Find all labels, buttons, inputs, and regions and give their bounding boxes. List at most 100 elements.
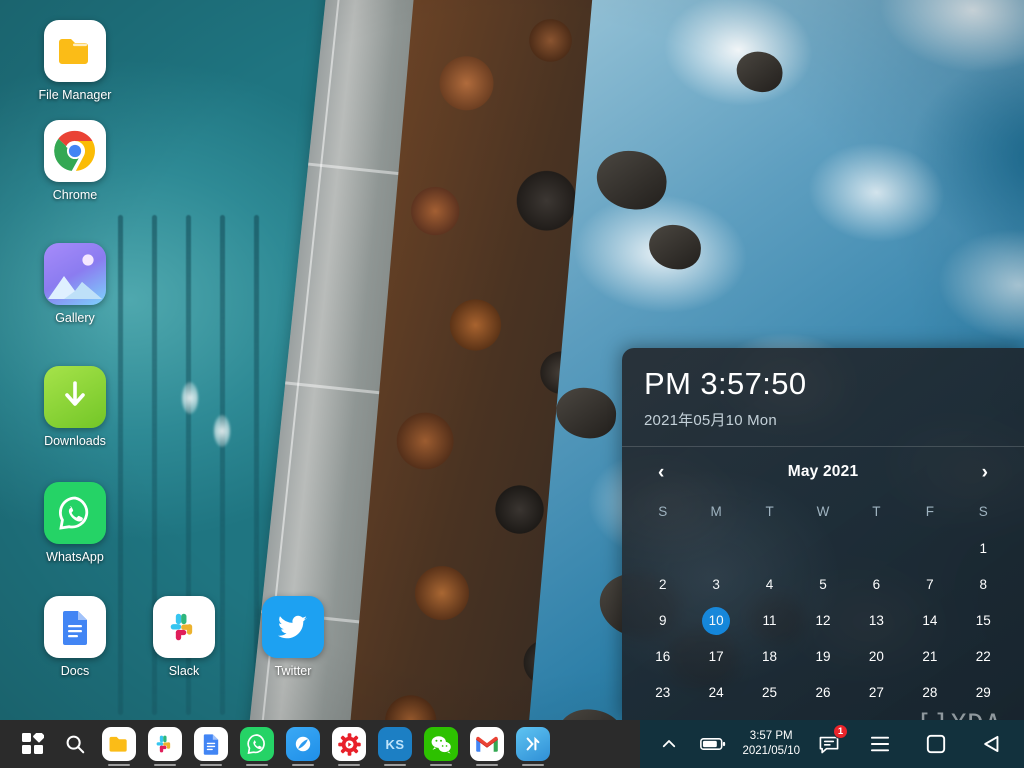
desktop-icon-slack[interactable]: Slack bbox=[134, 596, 234, 679]
taskbar-app-area: KS bbox=[0, 720, 556, 768]
calendar-day[interactable]: 11 bbox=[743, 603, 796, 639]
desktop-icon-docs[interactable]: Docs bbox=[25, 596, 125, 679]
desktop-icon-file-manager[interactable]: File Manager bbox=[25, 20, 125, 103]
desktop-icon-twitter[interactable]: Twitter bbox=[243, 596, 343, 679]
calendar-day[interactable]: 29 bbox=[957, 675, 1010, 711]
battery-icon[interactable] bbox=[696, 720, 730, 768]
calendar-day[interactable]: 26 bbox=[796, 675, 849, 711]
calendar-day[interactable]: 7 bbox=[903, 567, 956, 603]
gmail-icon bbox=[470, 727, 504, 761]
running-indicator bbox=[154, 764, 176, 766]
running-indicator bbox=[200, 764, 222, 766]
calendar-day[interactable]: 1 bbox=[957, 531, 1010, 567]
desktop-icon-gallery[interactable]: Gallery bbox=[25, 243, 125, 326]
taskbar-app-slack[interactable] bbox=[142, 720, 188, 768]
calendar-day[interactable]: 24 bbox=[689, 675, 742, 711]
taskbar-app-file-manager[interactable] bbox=[96, 720, 142, 768]
running-indicator bbox=[384, 764, 406, 766]
desktop-icon-chrome[interactable]: Chrome bbox=[25, 120, 125, 203]
calendar-empty-cell bbox=[689, 531, 742, 567]
desktop-icon-whatsapp[interactable]: WhatsApp bbox=[25, 482, 125, 565]
calendar-empty-cell bbox=[796, 531, 849, 567]
calendar-day[interactable]: 21 bbox=[903, 639, 956, 675]
taskbar-app-settings[interactable] bbox=[326, 720, 372, 768]
chrome-icon bbox=[44, 120, 106, 182]
calendar-day[interactable]: 31 bbox=[689, 711, 742, 720]
calendar-day[interactable]: 15 bbox=[957, 603, 1010, 639]
taskbar-app-browser[interactable] bbox=[280, 720, 326, 768]
whatsapp-icon bbox=[240, 727, 274, 761]
desktop-icon-label: Chrome bbox=[52, 188, 98, 202]
calendar-day[interactable]: 27 bbox=[850, 675, 903, 711]
calendar-day[interactable]: 23 bbox=[636, 675, 689, 711]
calendar-day[interactable]: 14 bbox=[903, 603, 956, 639]
calendar-day[interactable]: 12 bbox=[796, 603, 849, 639]
clock-time: PM 3:57:50 bbox=[644, 366, 807, 401]
calendar-day[interactable]: 18 bbox=[743, 639, 796, 675]
taskbar-app-whatsapp[interactable] bbox=[234, 720, 280, 768]
desktop-icon-label: File Manager bbox=[38, 88, 112, 102]
nav-recents-button[interactable] bbox=[858, 720, 902, 768]
desktop-icon-label: Slack bbox=[168, 664, 200, 678]
calendar-day-selected[interactable]: 10 bbox=[689, 603, 742, 639]
folder-icon bbox=[102, 727, 136, 761]
calendar-day[interactable]: 3 bbox=[689, 567, 742, 603]
running-indicator bbox=[522, 764, 544, 766]
desktop-icon-label: WhatsApp bbox=[46, 550, 104, 564]
tray-clock-time: 3:57 PM bbox=[749, 730, 793, 743]
desktop-icon-downloads[interactable]: Downloads bbox=[25, 366, 125, 449]
taskbar-app-xn[interactable] bbox=[510, 720, 556, 768]
running-indicator bbox=[338, 764, 360, 766]
calendar-weekday-2: T bbox=[765, 503, 774, 519]
start-apps-grid-button[interactable] bbox=[12, 720, 54, 768]
taskbar-app-docs[interactable] bbox=[188, 720, 234, 768]
calendar-weekday-1: M bbox=[710, 503, 722, 519]
clock-date: 2021年05月10 Mon bbox=[644, 411, 777, 429]
calendar-day[interactable]: 8 bbox=[957, 567, 1010, 603]
calendar-day[interactable]: 17 bbox=[689, 639, 742, 675]
desktop-icon-label: Docs bbox=[60, 664, 90, 678]
whatsapp-icon bbox=[44, 482, 106, 544]
taskbar-app-gmail[interactable] bbox=[464, 720, 510, 768]
calendar-day[interactable]: 16 bbox=[636, 639, 689, 675]
calendar-prev-month-button[interactable]: ‹ bbox=[650, 459, 672, 486]
calendar-empty-cell bbox=[636, 531, 689, 567]
running-indicator bbox=[430, 764, 452, 766]
desktop-icon-label: Twitter bbox=[274, 664, 312, 678]
calendar-day[interactable]: 2 bbox=[636, 567, 689, 603]
taskbar-app-wechat[interactable] bbox=[418, 720, 464, 768]
search-button[interactable] bbox=[54, 720, 96, 768]
tray-clock[interactable]: 3:57 PM 2021/05/10 bbox=[742, 729, 800, 759]
red-gear-icon bbox=[332, 727, 366, 761]
calendar-grid: S M T W T F S 1 2 3 4 5 6 7 8 9 10 11 12 13 14 15 16 17 18 19 20 21… bbox=[622, 490, 1024, 720]
notification-button[interactable]: 1 bbox=[812, 720, 848, 768]
calendar-day[interactable]: 25 bbox=[743, 675, 796, 711]
calendar-day[interactable]: 28 bbox=[903, 675, 956, 711]
calendar-month-title: May 2021 bbox=[787, 463, 859, 481]
calendar-day[interactable]: 13 bbox=[850, 603, 903, 639]
google-docs-icon bbox=[44, 596, 106, 658]
twitter-bird-icon bbox=[262, 596, 324, 658]
clock-panel-header: PM 3:57:50 2021年05月10 Mon bbox=[622, 348, 1024, 442]
calendar-day[interactable]: 4 bbox=[743, 567, 796, 603]
calendar-header: ‹ May 2021 › bbox=[622, 447, 1024, 490]
tray-expand-button[interactable] bbox=[654, 720, 684, 768]
calendar-day[interactable]: 9 bbox=[636, 603, 689, 639]
google-docs-icon bbox=[194, 727, 228, 761]
calendar-day[interactable]: 30 bbox=[636, 711, 689, 720]
nav-back-button[interactable] bbox=[970, 720, 1014, 768]
calendar-day[interactable]: 6 bbox=[850, 567, 903, 603]
system-tray: 3:57 PM 2021/05/10 1 bbox=[640, 720, 1024, 768]
nav-home-button[interactable] bbox=[914, 720, 958, 768]
calendar-day[interactable]: 5 bbox=[796, 567, 849, 603]
wechat-icon bbox=[424, 727, 458, 761]
calendar-day[interactable]: 22 bbox=[957, 639, 1010, 675]
calendar-weekday-3: W bbox=[816, 503, 830, 519]
ks-icon-label: KS bbox=[385, 736, 405, 752]
calendar-next-month-button[interactable]: › bbox=[974, 459, 996, 486]
calendar-day[interactable]: 19 bbox=[796, 639, 849, 675]
calendar-weekday-4: T bbox=[872, 503, 881, 519]
calendar-day[interactable]: 20 bbox=[850, 639, 903, 675]
taskbar-app-kuaishou[interactable]: KS bbox=[372, 720, 418, 768]
running-indicator bbox=[476, 764, 498, 766]
